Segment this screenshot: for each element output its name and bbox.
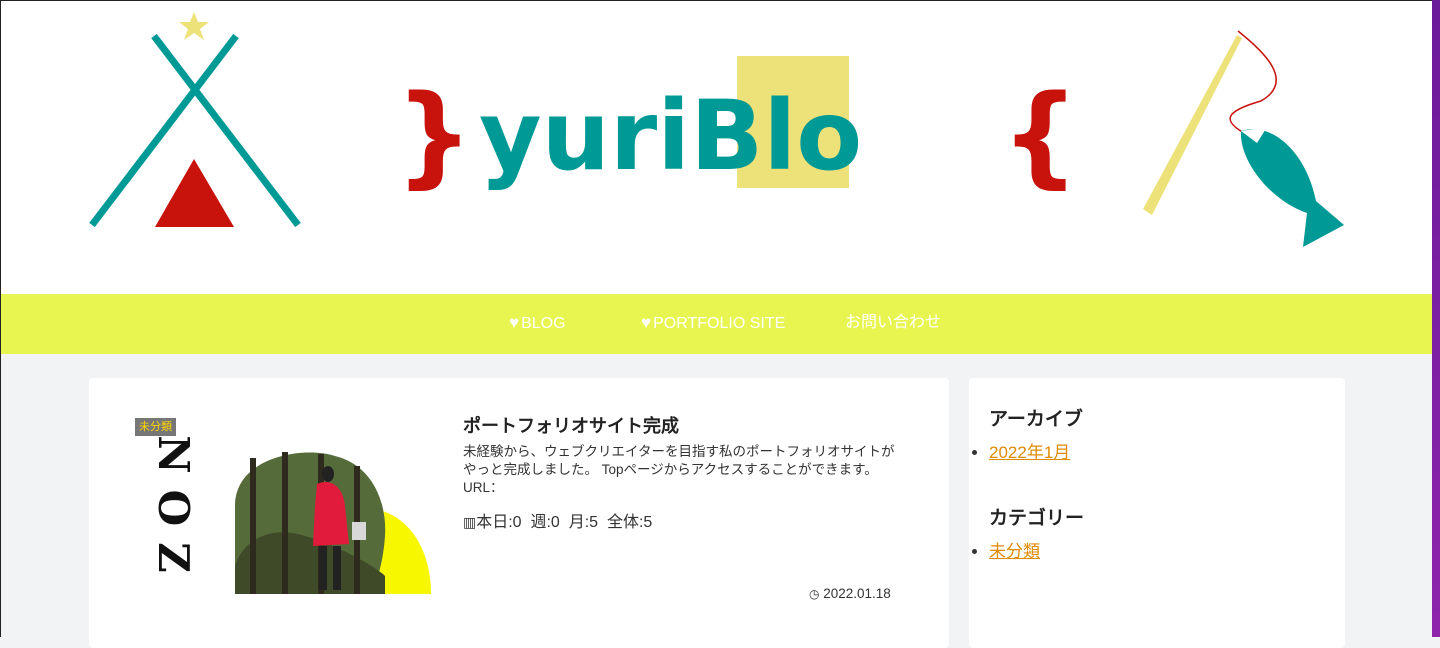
heart-icon: ♥ <box>509 313 520 332</box>
archive-list-item: 2022年1月 <box>989 438 1070 463</box>
nav-item-blog[interactable]: ♥ BLOG <box>509 294 566 354</box>
post-card[interactable]: NOZ 未分類 ポートフォリオサイト完成 未経験から、ウェブクリエイターを目指す… <box>89 378 949 648</box>
window-border-right <box>1432 0 1440 637</box>
view-counter-text: 本日:0 週:0 月:5 全体:5 <box>476 514 653 531</box>
nav-item-portfolio-site[interactable]: ♥ PORTFOLIO SITE <box>641 294 785 354</box>
brace-close-icon: } <box>395 71 473 199</box>
thumbnail-vertical-text: NOZ <box>149 435 198 589</box>
archive-widget-title: アーカイブ <box>989 409 1083 430</box>
post-date-text: 2022.01.18 <box>823 586 891 601</box>
heart-icon: ♥ <box>641 313 652 332</box>
fishing-fish-icon <box>1143 30 1344 247</box>
category-list-item: 未分類 <box>989 537 1040 562</box>
nav-item-label: お問い合わせ <box>845 314 942 331</box>
nav-item-contact[interactable]: お問い合わせ <box>845 294 941 354</box>
post-date: ◷ 2022.01.18 <box>809 586 891 601</box>
site-header: } yuriBlo { <box>1 1 1432 294</box>
site-logo-text: yuriBlo <box>479 80 862 192</box>
global-nav: ♥ BLOG ♥ PORTFOLIO SITE お問い合わせ <box>1 294 1432 354</box>
brace-open-icon: { <box>1001 71 1079 199</box>
category-badge[interactable]: 未分類 <box>135 418 176 436</box>
archive-list: 2022年1月 <box>989 438 1070 463</box>
bar-chart-icon: ▥ <box>463 514 477 530</box>
category-list: 未分類 <box>989 537 1040 562</box>
clock-icon: ◷ <box>809 587 820 601</box>
category-widget-title: カテゴリー <box>989 508 1085 529</box>
sidebar: アーカイブ 2022年1月 カテゴリー 未分類 <box>969 378 1345 648</box>
thumbnail-image: NOZ <box>149 435 431 594</box>
header-logo-banner[interactable]: } yuriBlo { <box>1 1 1432 294</box>
archive-link[interactable]: 2022年1月 <box>989 443 1070 462</box>
nav-item-label: PORTFOLIO SITE <box>653 315 786 332</box>
category-link[interactable]: 未分類 <box>989 542 1040 561</box>
tent-icon <box>89 12 301 228</box>
post-view-counter: ▥本日:0 週:0 月:5 全体:5 <box>463 508 652 532</box>
nav-item-label: BLOG <box>521 315 566 332</box>
post-title[interactable]: ポートフォリオサイト完成 <box>463 412 679 438</box>
post-excerpt: 未経験から、ウェブクリエイターを目指す私のポートフォリオサイトがやっと完成しまし… <box>463 444 895 495</box>
post-thumbnail[interactable]: NOZ 未分類 <box>135 416 431 594</box>
